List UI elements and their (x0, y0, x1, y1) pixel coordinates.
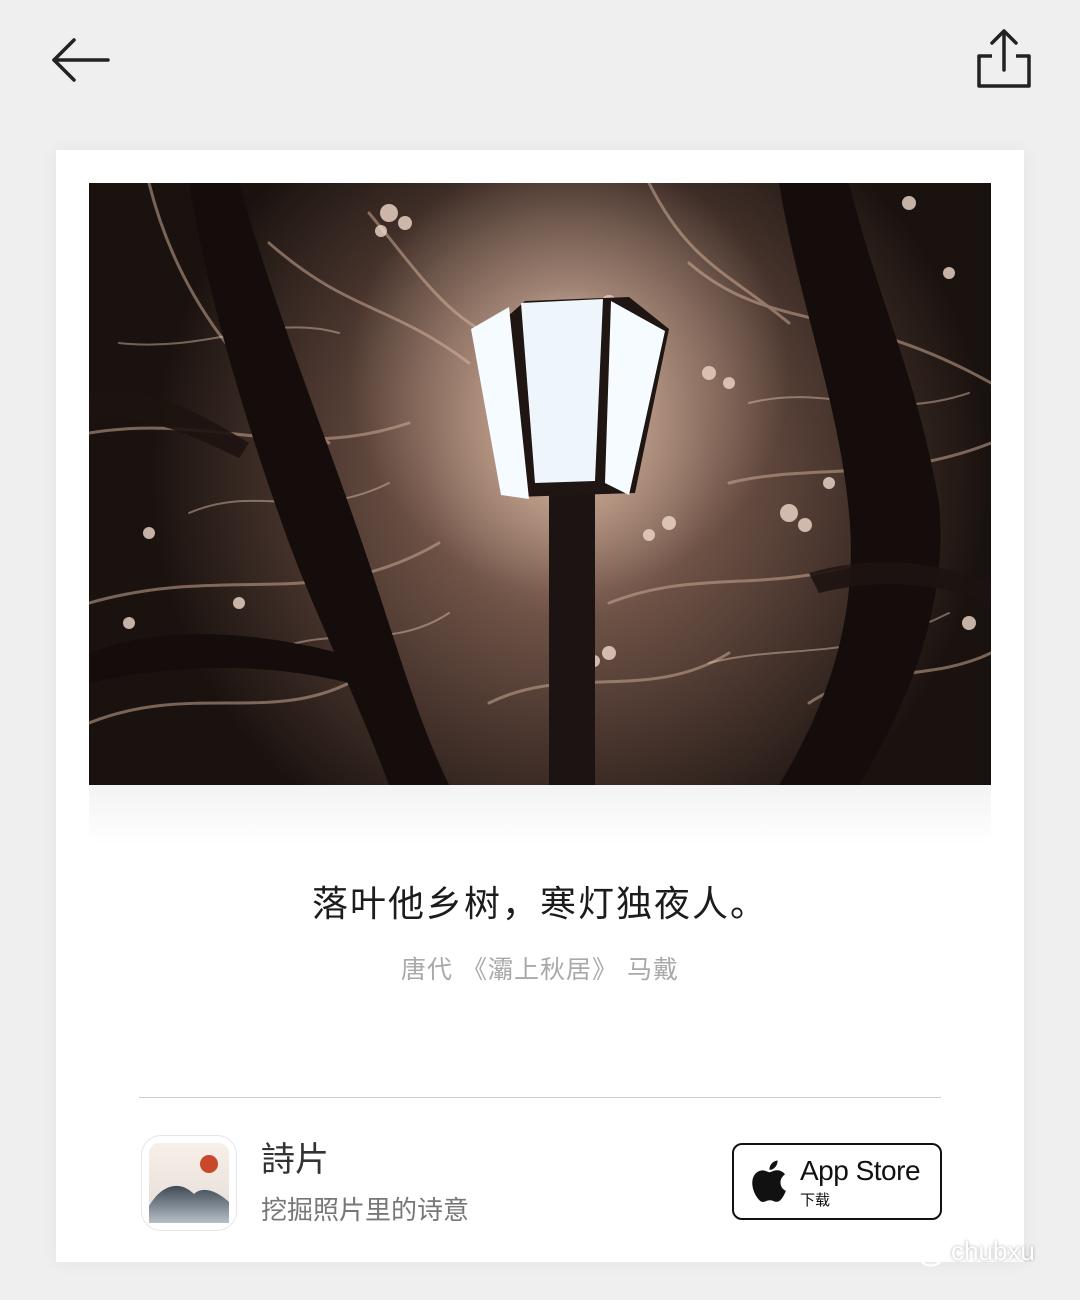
street-lamp-photo (89, 183, 991, 785)
app-store-download-button[interactable]: App Store 下载 (732, 1143, 942, 1220)
back-button[interactable] (44, 28, 116, 92)
poem-photo (89, 183, 991, 785)
arrow-left-icon (52, 38, 110, 82)
app-store-title: App Store (800, 1155, 921, 1186)
poem-source: 唐代 《灞上秋居》 马戴 (401, 955, 679, 984)
app-icon[interactable] (141, 1135, 237, 1231)
share-button[interactable] (964, 22, 1044, 98)
watermark-text: chubxu (951, 1236, 1035, 1266)
app-tagline: 挖掘照片里的诗意 (261, 1196, 470, 1226)
photo-shadow (89, 785, 991, 845)
poem-quote: 落叶他乡树，寒灯独夜人。 (311, 884, 768, 925)
poem-card: 落叶他乡树，寒灯独夜人。 唐代 《灞上秋居》 马戴 詩片 挖掘照片里的诗意 Ap… (56, 150, 1024, 1262)
apple-icon (752, 1160, 786, 1202)
mountain-sun-icon (149, 1143, 229, 1223)
divider (139, 1097, 941, 1098)
app-store-subtitle: 下载 (800, 1191, 831, 1209)
app-name: 詩片 (261, 1140, 329, 1180)
top-bar (0, 0, 1080, 130)
wechat-icon (906, 1239, 944, 1267)
share-icon (977, 29, 1031, 88)
